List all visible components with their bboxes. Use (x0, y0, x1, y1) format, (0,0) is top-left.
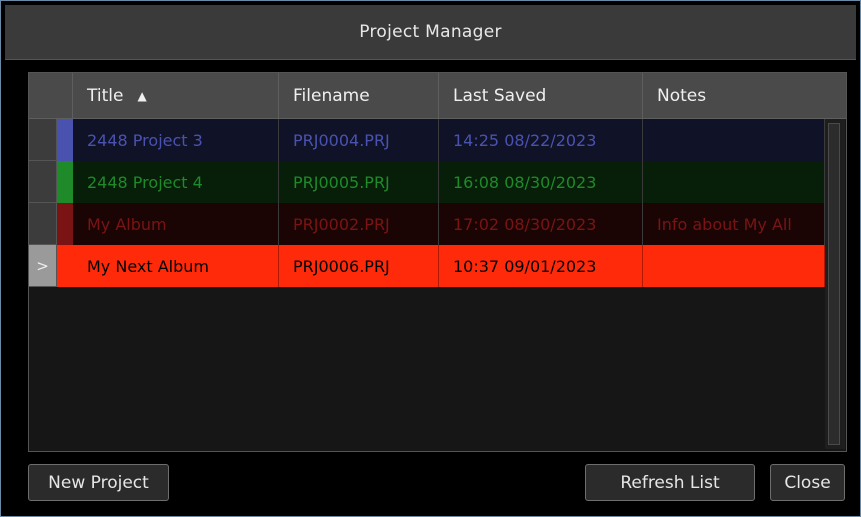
table-row[interactable]: My Album PRJ0002.PRJ 17:02 08/30/2023 Info … (29, 203, 825, 245)
cell-notes: Info about My All (643, 203, 825, 245)
row-selector[interactable] (29, 203, 57, 245)
window-title: Project Manager (359, 22, 502, 42)
column-header-last-saved-label: Last Saved (453, 85, 547, 106)
project-manager-window: Project Manager Title ▲ Filename Last Sa… (0, 0, 861, 517)
column-header-notes-label: Notes (657, 85, 707, 106)
cell-title: 2448 Project 4 (73, 161, 279, 203)
row-color-swatch (57, 161, 73, 203)
cell-filename: PRJ0005.PRJ (279, 161, 439, 203)
cell-filename: PRJ0006.PRJ (279, 245, 439, 287)
column-header-title[interactable]: Title ▲ (73, 73, 279, 119)
cell-title: My Album (73, 203, 279, 245)
column-header-notes[interactable]: Notes (643, 73, 846, 119)
refresh-list-button[interactable]: Refresh List (585, 464, 755, 501)
sort-ascending-icon: ▲ (137, 88, 147, 103)
row-color-swatch (57, 203, 73, 245)
cell-notes (643, 245, 825, 287)
cell-last-saved: 14:25 08/22/2023 (439, 119, 643, 161)
new-project-button[interactable]: New Project (28, 464, 169, 501)
cell-notes (643, 161, 825, 203)
title-bar: Project Manager (5, 5, 856, 60)
cell-last-saved: 17:02 08/30/2023 (439, 203, 643, 245)
row-selector[interactable] (29, 119, 57, 161)
cell-title: My Next Album (73, 245, 279, 287)
cell-notes (643, 119, 825, 161)
vertical-scrollbar[interactable] (825, 119, 845, 449)
row-selector[interactable] (29, 161, 57, 203)
column-header-last-saved[interactable]: Last Saved (439, 73, 643, 119)
cell-filename: PRJ0002.PRJ (279, 203, 439, 245)
column-header-title-label: Title (87, 85, 124, 106)
table-row[interactable]: > My Next Album PRJ0006.PRJ 10:37 09/01/202… (29, 245, 825, 287)
project-table: Title ▲ Filename Last Saved Notes 2448 P… (28, 72, 847, 452)
cell-last-saved: 16:08 08/30/2023 (439, 161, 643, 203)
table-row[interactable]: 2448 Project 3 PRJ0004.PRJ 14:25 08/22/202… (29, 119, 825, 161)
close-button[interactable]: Close (770, 464, 845, 501)
scrollbar-thumb[interactable] (828, 123, 840, 445)
cell-filename: PRJ0004.PRJ (279, 119, 439, 161)
cell-title: 2448 Project 3 (73, 119, 279, 161)
row-color-swatch (57, 119, 73, 161)
cell-last-saved: 10:37 09/01/2023 (439, 245, 643, 287)
column-header-filename-label: Filename (293, 85, 370, 106)
column-header-filename[interactable]: Filename (279, 73, 439, 119)
table-row[interactable]: 2448 Project 4 PRJ0005.PRJ 16:08 08/30/202… (29, 161, 825, 203)
header-selector (29, 73, 73, 119)
row-color-swatch (57, 245, 73, 287)
row-selector[interactable]: > (29, 245, 57, 287)
